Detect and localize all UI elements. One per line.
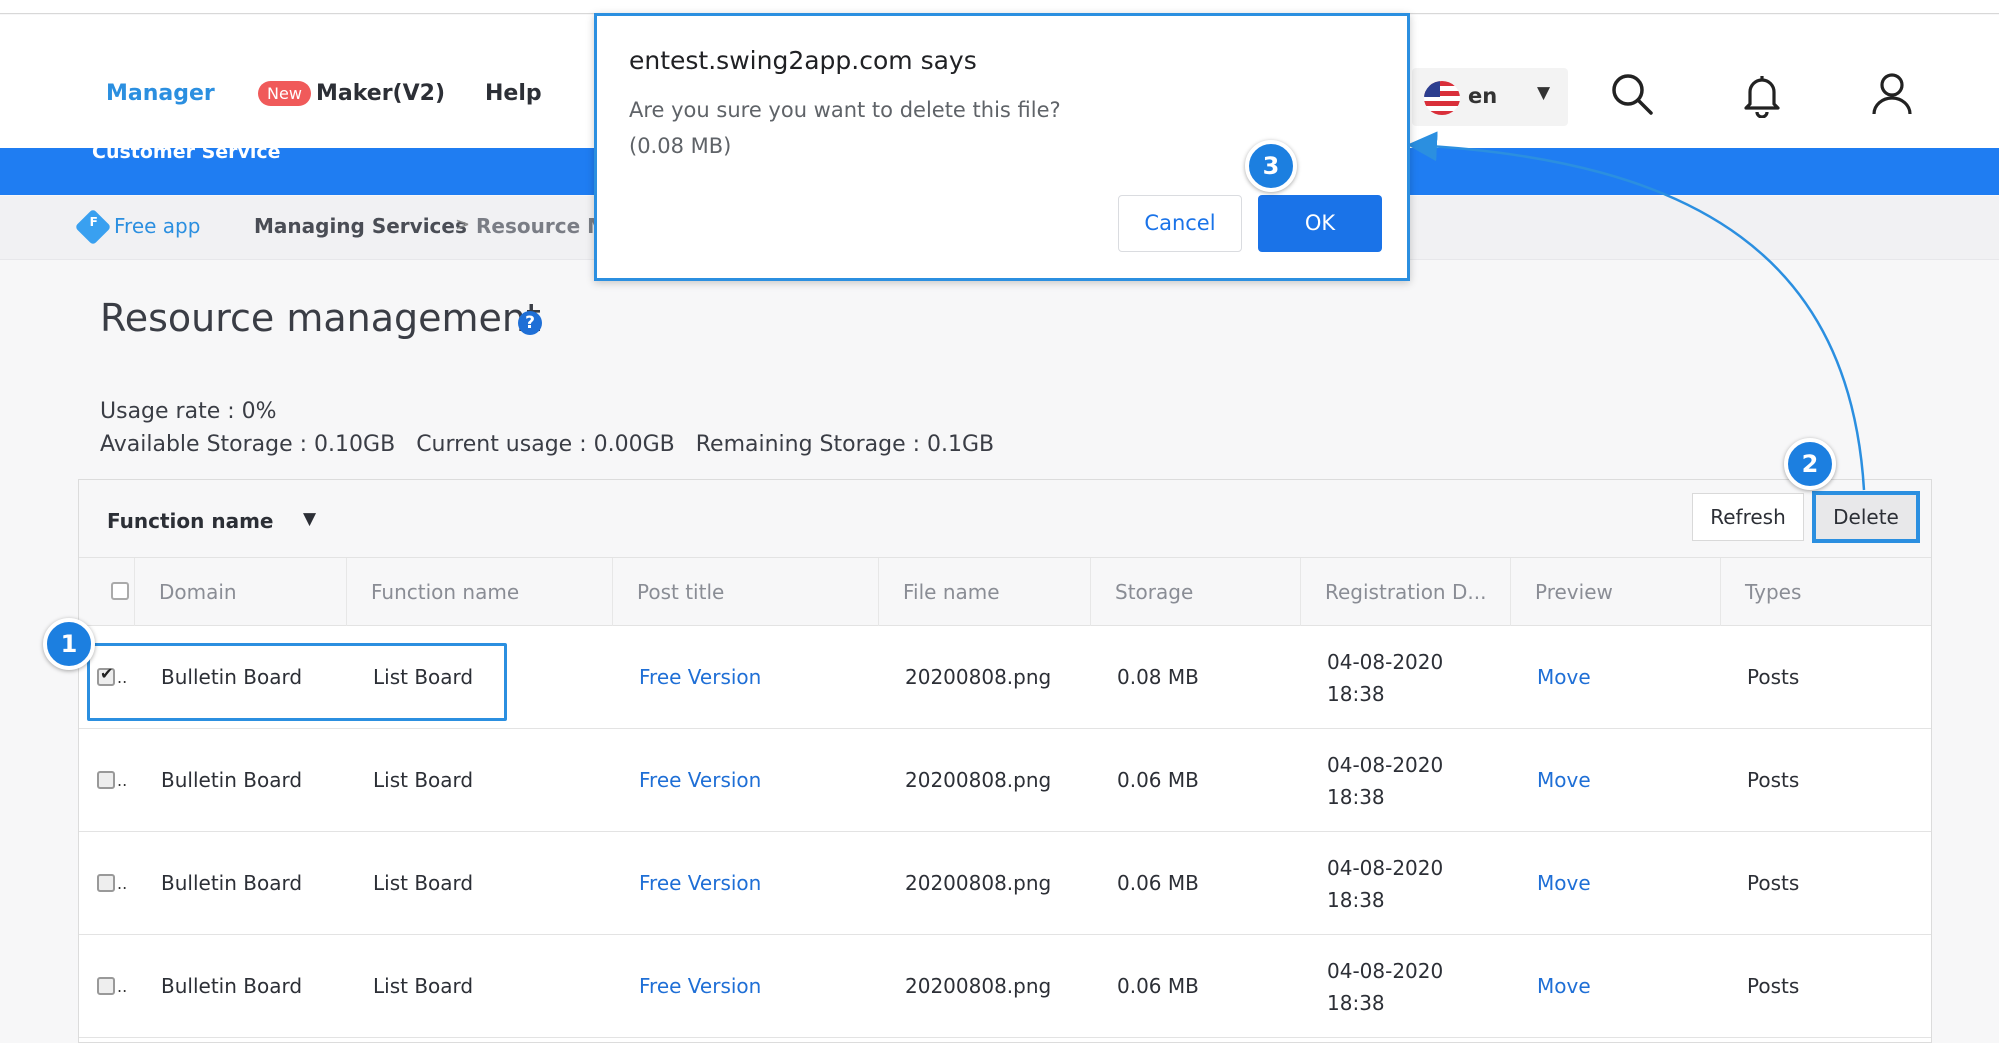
customer-service-link[interactable]: Customer Service bbox=[92, 141, 281, 163]
free-badge-letter: F bbox=[89, 215, 98, 230]
cell-date-day: 04-08-2020 bbox=[1327, 959, 1444, 983]
cell-type: Posts bbox=[1747, 871, 1800, 895]
row-checkbox[interactable] bbox=[97, 771, 115, 789]
table-row[interactable]: .. Bulletin Board List Board Free Versio… bbox=[79, 729, 1931, 832]
ellipsis: .. bbox=[117, 771, 128, 790]
select-all-checkbox[interactable] bbox=[111, 582, 129, 600]
cell-storage: 0.08 MB bbox=[1117, 665, 1199, 689]
cell-file-name: 20200808.png bbox=[905, 768, 1052, 792]
cell-storage: 0.06 MB bbox=[1117, 871, 1199, 895]
row-checkbox[interactable] bbox=[97, 874, 115, 892]
step-badge-1: 1 bbox=[43, 618, 95, 670]
cell-domain: Bulletin Board bbox=[161, 974, 303, 998]
cell-date-time: 18:38 bbox=[1327, 682, 1385, 706]
breadcrumb-resource[interactable]: Resource Management bbox=[476, 214, 596, 238]
col-registration-date[interactable]: Registration D... bbox=[1300, 558, 1510, 626]
cell-preview-move-link[interactable]: Move bbox=[1537, 626, 1591, 729]
cell-type: Posts bbox=[1747, 768, 1800, 792]
col-storage[interactable]: Storage bbox=[1090, 558, 1300, 626]
cell-preview-move-link[interactable]: Move bbox=[1537, 729, 1591, 832]
breadcrumb-separator: > bbox=[455, 214, 471, 235]
dialog-file-size: (0.08 MB) bbox=[629, 134, 732, 158]
user-icon[interactable] bbox=[1868, 70, 1916, 118]
nav-help[interactable]: Help bbox=[485, 81, 542, 106]
cell-file-name: 20200808.png bbox=[905, 974, 1052, 998]
help-icon[interactable]: ? bbox=[518, 311, 542, 335]
cell-date: 04-08-2020 18:38 bbox=[1327, 729, 1443, 832]
cancel-button[interactable]: Cancel bbox=[1118, 195, 1242, 252]
cell-post-title-link[interactable]: Free Version bbox=[639, 729, 761, 832]
breadcrumb-free-app[interactable]: Free app bbox=[114, 214, 200, 238]
remaining-storage: Remaining Storage : 0.1GB bbox=[695, 432, 995, 457]
cell-date: 04-08-2020 18:38 bbox=[1327, 935, 1443, 1038]
cell-date-day: 04-08-2020 bbox=[1327, 650, 1444, 674]
ellipsis: .. bbox=[117, 977, 128, 996]
table-row[interactable]: .. Bulletin Board List Board Free Versio… bbox=[79, 832, 1931, 935]
col-file-name[interactable]: File name bbox=[878, 558, 1090, 626]
step-badge-3: 3 bbox=[1245, 140, 1297, 192]
cell-storage: 0.06 MB bbox=[1117, 974, 1199, 998]
cell-type: Posts bbox=[1747, 974, 1800, 998]
nav-maker[interactable]: Maker(V2) bbox=[316, 81, 445, 106]
dialog-title: entest.swing2app.com says bbox=[629, 46, 977, 75]
cell-date-time: 18:38 bbox=[1327, 785, 1385, 809]
language-label: en bbox=[1468, 84, 1498, 108]
nav-manager[interactable]: Manager bbox=[106, 81, 215, 106]
storage-summary: Available Storage : 0.10GB Current usage… bbox=[100, 432, 1008, 457]
cell-domain: Bulletin Board bbox=[161, 871, 303, 895]
cell-date-day: 04-08-2020 bbox=[1327, 856, 1444, 880]
cell-type: Posts bbox=[1747, 665, 1800, 689]
col-types[interactable]: Types bbox=[1720, 558, 1932, 626]
language-selector[interactable]: en ▼ bbox=[1412, 68, 1568, 126]
cell-post-title-link[interactable]: Free Version bbox=[639, 935, 761, 1038]
col-function-name[interactable]: Function name bbox=[346, 558, 612, 626]
bell-icon[interactable] bbox=[1738, 70, 1786, 119]
cell-preview-move-link[interactable]: Move bbox=[1537, 832, 1591, 935]
cell-date-time: 18:38 bbox=[1327, 991, 1385, 1015]
cell-preview-move-link[interactable]: Move bbox=[1537, 935, 1591, 1038]
cell-post-title-link[interactable]: Free Version bbox=[639, 626, 761, 729]
function-name-select[interactable]: Function name ▼ bbox=[87, 492, 335, 548]
col-post-title[interactable]: Post title bbox=[612, 558, 878, 626]
cell-function: List Board bbox=[373, 974, 474, 998]
cell-post-title-link[interactable]: Free Version bbox=[639, 832, 761, 935]
caret-down-icon: ▼ bbox=[1537, 83, 1551, 103]
cell-file-name: 20200808.png bbox=[905, 871, 1052, 895]
cell-date-time: 18:38 bbox=[1327, 888, 1385, 912]
cell-domain: Bulletin Board bbox=[161, 768, 303, 792]
new-badge: New bbox=[258, 81, 311, 106]
table-row[interactable]: .. Bulletin Board List Board Free Versio… bbox=[79, 935, 1931, 1038]
delete-button[interactable]: Delete bbox=[1814, 493, 1918, 541]
dialog-message: Are you sure you want to delete this fil… bbox=[629, 98, 1061, 122]
cell-function: List Board bbox=[373, 871, 474, 895]
table-header: Domain Function name Post title File nam… bbox=[79, 558, 1931, 626]
search-icon[interactable] bbox=[1608, 70, 1656, 118]
us-flag-icon bbox=[1424, 81, 1460, 115]
cell-function: List Board bbox=[373, 768, 474, 792]
refresh-button[interactable]: Refresh bbox=[1692, 493, 1804, 541]
current-usage: Current usage : 0.00GB bbox=[416, 432, 675, 457]
function-select-label: Function name bbox=[107, 509, 274, 533]
col-domain[interactable]: Domain bbox=[134, 558, 346, 626]
selected-row-highlight bbox=[87, 643, 507, 721]
usage-rate: Usage rate : 0% bbox=[100, 399, 277, 424]
col-preview[interactable]: Preview bbox=[1510, 558, 1720, 626]
top-border bbox=[0, 0, 1999, 14]
cell-date: 04-08-2020 18:38 bbox=[1327, 626, 1443, 729]
cell-date: 04-08-2020 18:38 bbox=[1327, 832, 1443, 935]
cell-file-name: 20200808.png bbox=[905, 665, 1052, 689]
ellipsis: .. bbox=[117, 874, 128, 893]
table-toolbar: Function name ▼ Refresh Delete bbox=[79, 480, 1931, 558]
cell-date-day: 04-08-2020 bbox=[1327, 753, 1444, 777]
resource-table-panel: Function name ▼ Refresh Delete Domain Fu… bbox=[78, 479, 1932, 1043]
breadcrumb-managing-services[interactable]: Managing Services bbox=[254, 214, 467, 238]
available-storage: Available Storage : 0.10GB bbox=[100, 432, 396, 457]
row-checkbox[interactable] bbox=[97, 977, 115, 995]
step-badge-2: 2 bbox=[1784, 438, 1836, 490]
cell-storage: 0.06 MB bbox=[1117, 768, 1199, 792]
caret-down-icon: ▼ bbox=[303, 509, 317, 529]
ok-button[interactable]: OK bbox=[1258, 195, 1382, 252]
page-title: Resource management bbox=[100, 296, 541, 340]
